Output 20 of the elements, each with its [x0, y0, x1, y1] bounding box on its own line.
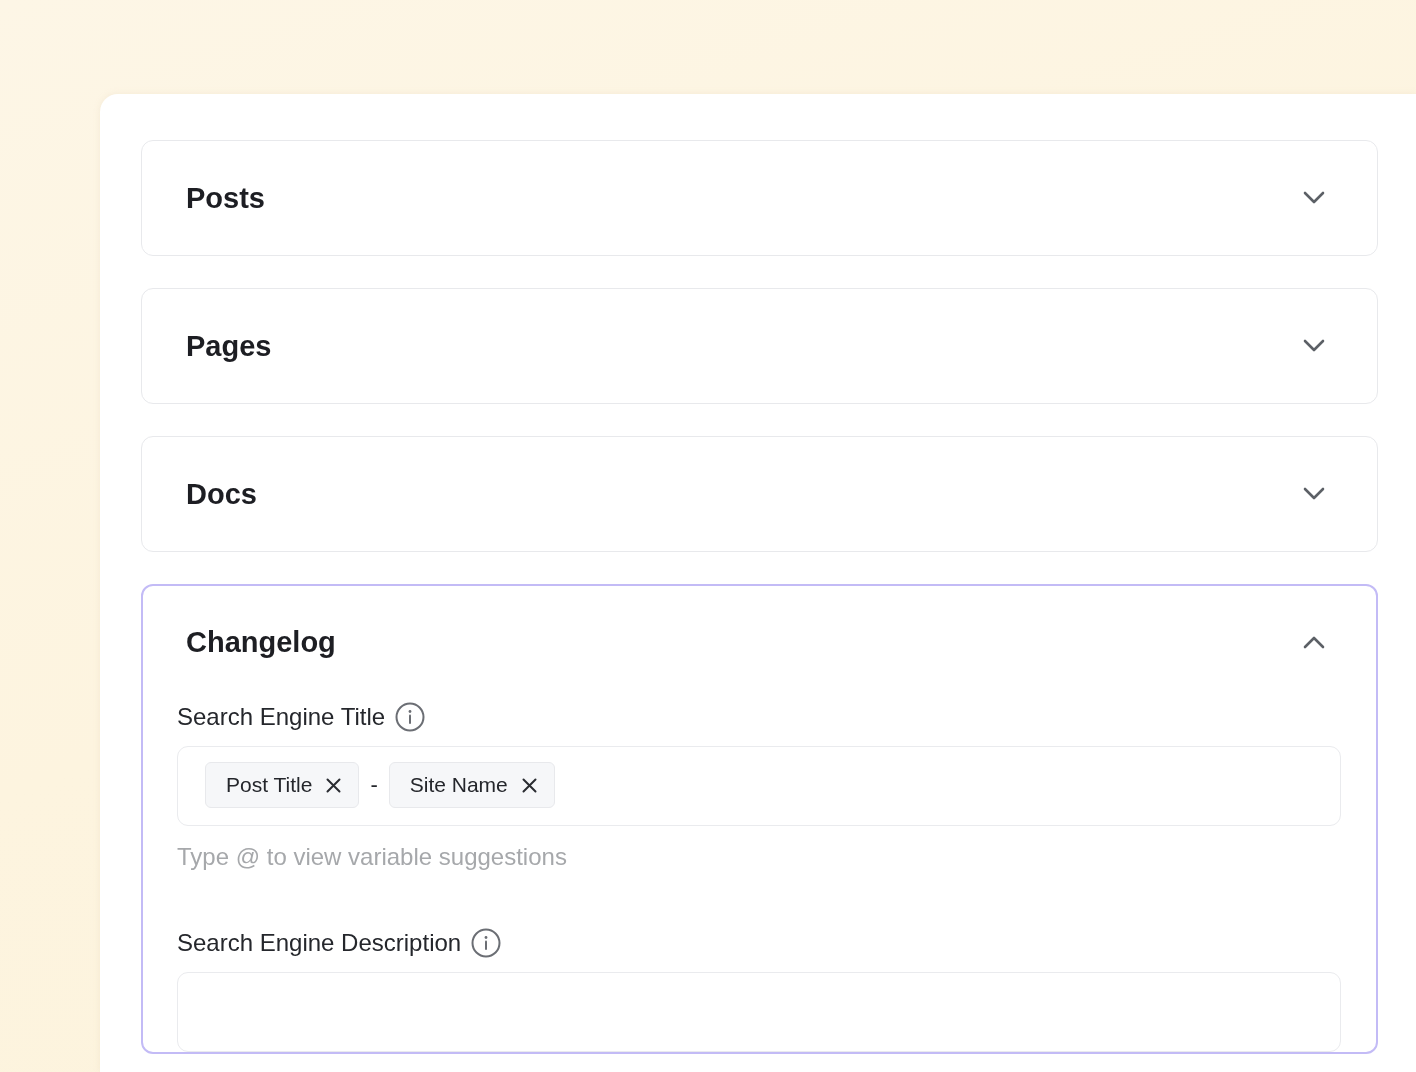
- chevron-down-icon: [1303, 339, 1325, 353]
- close-icon[interactable]: [521, 777, 537, 793]
- separator-text: -: [369, 772, 379, 798]
- accordion-header[interactable]: Pages: [142, 289, 1377, 403]
- chevron-down-icon: [1303, 191, 1325, 205]
- field-label: Search Engine Description: [177, 929, 462, 957]
- description-field[interactable]: [177, 972, 1341, 1052]
- field-label: Search Engine Title: [177, 703, 386, 731]
- helper-text: Type @ to view variable suggestions: [177, 842, 568, 872]
- info-icon[interactable]: [471, 928, 502, 958]
- accordion-header[interactable]: Changelog: [143, 586, 1376, 698]
- info-icon[interactable]: [395, 702, 426, 732]
- title-token-field[interactable]: Post Title - Site Name: [177, 746, 1341, 826]
- accordion-header[interactable]: Docs: [142, 437, 1377, 551]
- chevron-down-icon: [1303, 487, 1325, 501]
- chevron-up-icon: [1303, 635, 1325, 649]
- variable-name: Post Title: [226, 773, 313, 797]
- accordion-header[interactable]: Posts: [142, 141, 1377, 255]
- variable-name: Site Name: [409, 773, 508, 797]
- close-icon[interactable]: [326, 777, 342, 793]
